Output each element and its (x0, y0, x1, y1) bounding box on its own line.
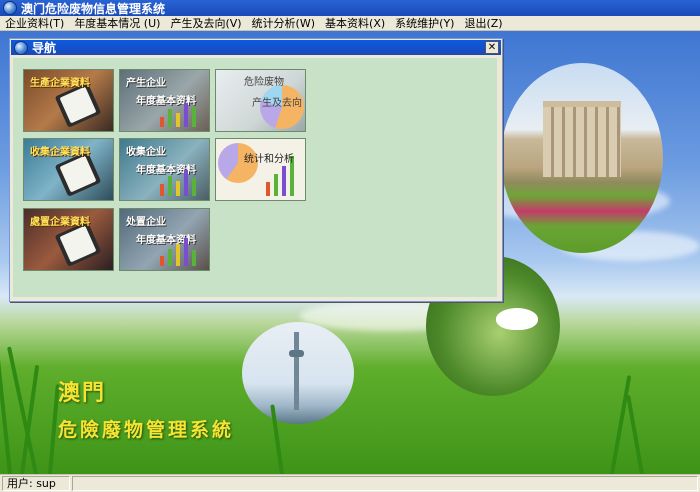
menu-company-data[interactable]: 企业资料(T) (0, 15, 69, 31)
tile-collector-annual[interactable]: 收集企业 年度基本资料 (119, 138, 210, 201)
tile-label: 处置企业 (126, 217, 166, 228)
navigation-globe-icon (14, 40, 28, 55)
tile-statistics-analysis[interactable]: 统计和分析 (215, 138, 306, 201)
tile-label: 收集企業資料 (30, 147, 90, 158)
tile-label: 危险废物 (244, 77, 284, 88)
menu-generation-destination[interactable]: 产生及去向(V) (165, 15, 246, 31)
binder-icon (54, 82, 102, 128)
menu-exit[interactable]: 退出(Z) (459, 15, 507, 31)
tower-shaft (294, 332, 299, 410)
binder-icon (54, 221, 102, 267)
tile-producer-annual[interactable]: 产生企业 年度基本资料 (119, 69, 210, 132)
tile-label: 统计和分析 (244, 154, 294, 165)
navigation-titlebar: 导航 (11, 40, 501, 55)
tile-disposal-annual[interactable]: 处置企业 年度基本资料 (119, 208, 210, 271)
binder-icon (54, 151, 102, 197)
system-logo-line2: 危險廢物管理系統 (58, 419, 235, 441)
status-bar: 用户: sup (0, 474, 700, 492)
navigation-title: 导航 (32, 41, 57, 55)
grass-blade (610, 375, 632, 474)
status-user: 用户: sup (2, 476, 70, 491)
ruins-photo (501, 63, 663, 253)
menu-statistics[interactable]: 统计分析(W) (247, 15, 320, 31)
tile-disposal-data[interactable]: 處置企業資料 (23, 208, 114, 271)
navigation-close-button[interactable]: ✕ (485, 41, 499, 54)
menu-system-maintenance[interactable]: 系统维护(Y) (390, 15, 459, 31)
tile-waste-destination[interactable]: 危险废物 产生及去向 (215, 69, 306, 132)
grass-blade (626, 394, 644, 474)
tower-pod (289, 350, 304, 357)
tower-photo (242, 322, 354, 424)
system-logo-line1: 澳門 (58, 381, 107, 406)
tile-label: 收集企业 (126, 147, 166, 158)
bar-chart-icon (160, 170, 196, 196)
bar-chart-icon (160, 103, 196, 127)
bar-chart-icon (160, 238, 196, 266)
tile-producer-data[interactable]: 生產企業資料 (23, 69, 114, 132)
tile-label: 生產企業資料 (30, 78, 90, 89)
status-panel-empty (72, 476, 698, 491)
close-icon: ✕ (487, 42, 497, 53)
tile-label: 产生企业 (126, 78, 166, 89)
window-titlebar: 澳门危险废物信息管理系统 (0, 0, 700, 16)
tile-label: 處置企業資料 (30, 217, 90, 228)
egret-shape (496, 308, 538, 330)
app-globe-icon (3, 1, 17, 15)
tile-collector-data[interactable]: 收集企業資料 (23, 138, 114, 201)
tile-label: 产生及去向 (252, 98, 302, 109)
menu-annual-basic[interactable]: 年度基本情况 (U) (69, 15, 165, 31)
menu-basic-data[interactable]: 基本资料(X) (320, 15, 390, 31)
menu-bar: 企业资料(T) 年度基本情况 (U) 产生及去向(V) 统计分析(W) 基本资料… (0, 16, 700, 31)
navigation-panel: 生產企業資料 产生企业 年度基本资料 危险废物 产生及去向 收集企業資料 收集企… (13, 58, 497, 297)
ruins-facade (543, 101, 621, 177)
navigation-window: 导航 ✕ 生產企業資料 产生企业 年度基本资料 危险废物 产生及去向 收集企業資… (9, 38, 503, 302)
